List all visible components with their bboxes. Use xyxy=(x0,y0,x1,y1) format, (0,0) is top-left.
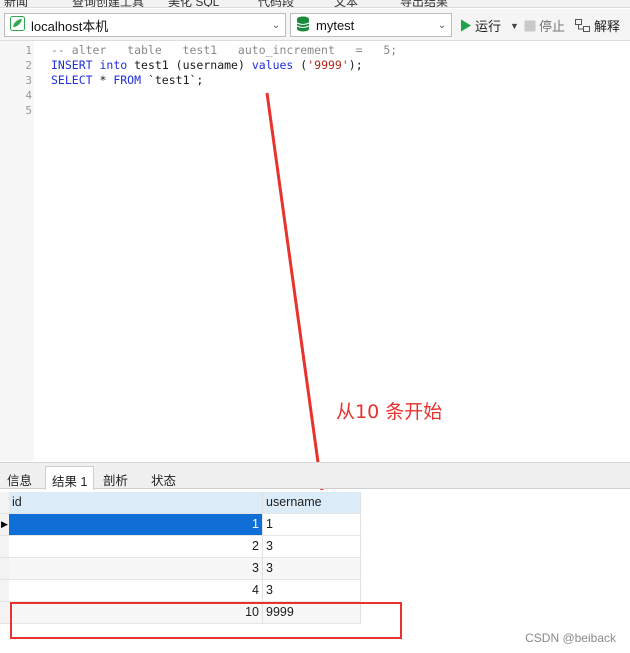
tab-info[interactable]: 信息 xyxy=(1,466,38,490)
sql-text: `test1`; xyxy=(141,73,204,87)
code-line-1: -- alter table test1 auto_increment = 5; xyxy=(51,43,397,58)
sql-keyword: SELECT xyxy=(51,73,93,87)
table-cell-id[interactable]: 3 xyxy=(9,558,263,580)
toolbar-fragment-news[interactable]: 新闻 xyxy=(4,0,28,7)
table-cell-username[interactable]: 1 xyxy=(263,514,361,536)
row-header[interactable] xyxy=(0,536,9,558)
line-number: 3 xyxy=(25,74,32,87)
row-header[interactable] xyxy=(0,558,9,580)
run-dropdown-icon[interactable]: ▼ xyxy=(510,21,519,31)
sql-editor[interactable]: 1 2 3 4 5 -- alter table test1 auto_incr… xyxy=(0,41,630,461)
sql-keyword: INSERT xyxy=(51,58,93,72)
line-number: 5 xyxy=(25,104,32,117)
sql-text: * xyxy=(92,73,114,87)
connection-icon xyxy=(10,16,25,34)
table-cell-id[interactable]: 4 xyxy=(9,580,263,602)
run-button[interactable]: 运行 ▼ xyxy=(460,16,519,35)
toolbar-fragment-snippet[interactable]: 代码段 xyxy=(258,0,294,7)
code-line-3: SELECT * FROM `test1`; xyxy=(51,73,203,88)
sql-text: ( xyxy=(293,58,308,72)
sql-keyword: FROM xyxy=(113,73,142,87)
line-number: 2 xyxy=(25,59,32,72)
stop-label: 停止 xyxy=(539,19,566,34)
toolbar-fragment-export[interactable]: 导出结果 xyxy=(400,0,448,7)
stop-button[interactable]: 停止 xyxy=(524,16,565,35)
sql-comment: -- alter table test1 auto_increment = 5; xyxy=(51,43,398,57)
toolbar-fragment-text[interactable]: 文本 xyxy=(334,0,358,7)
top-toolbar: 新闻 查询创建工具 美化 SQL 代码段 文本 导出结果 xyxy=(0,0,630,8)
chevron-down-icon: ⌄ xyxy=(437,19,447,31)
line-number-gutter: 1 2 3 4 5 xyxy=(0,41,34,461)
line-number: 4 xyxy=(25,89,32,102)
row-header[interactable] xyxy=(0,580,9,602)
annotation-text: 从10 条开始 xyxy=(336,401,443,423)
table-cell-id[interactable]: 1 xyxy=(9,514,263,536)
database-label: mytest xyxy=(316,17,355,33)
table-cell-username[interactable]: 3 xyxy=(263,536,361,558)
column-header-username[interactable]: username xyxy=(263,492,361,514)
sql-text: test1 (username) xyxy=(127,58,252,72)
database-icon xyxy=(296,16,310,35)
toolbar-fragment-beautify-sql[interactable]: 美化 SQL xyxy=(168,0,219,7)
tab-result-1[interactable]: 结果 1 xyxy=(45,466,95,490)
row-header-corner xyxy=(0,492,9,514)
row-header[interactable]: ▶ xyxy=(0,514,9,536)
stop-icon xyxy=(524,20,536,31)
toolbar-fragment-query-builder[interactable]: 查询创建工具 xyxy=(72,0,144,7)
highlight-box xyxy=(10,602,402,639)
row-header[interactable] xyxy=(0,602,9,624)
watermark: CSDN @beiback xyxy=(525,631,616,645)
sql-keyword: into xyxy=(99,58,128,72)
sql-string: '9999' xyxy=(307,58,349,72)
sql-text: ); xyxy=(348,58,363,72)
line-number: 1 xyxy=(25,44,32,57)
code-line-2: INSERT into test1 (username) values ('99… xyxy=(51,58,363,73)
run-label: 运行 xyxy=(475,19,502,34)
connection-toolbar: localhost本机 ⌄ mytest ⌄ 运行 ▼ 停止 解释 xyxy=(0,9,630,41)
column-header-id[interactable]: id xyxy=(9,492,263,514)
table-cell-username[interactable]: 3 xyxy=(263,558,361,580)
explain-button[interactable]: 解释 xyxy=(575,16,620,35)
connection-select[interactable]: localhost本机 ⌄ xyxy=(4,13,286,37)
tab-status[interactable]: 状态 xyxy=(145,466,182,490)
sql-keyword: values xyxy=(251,58,294,72)
play-icon xyxy=(461,19,471,32)
table-cell-id[interactable]: 2 xyxy=(9,536,263,558)
chevron-down-icon: ⌄ xyxy=(271,19,281,31)
explain-label: 解释 xyxy=(594,19,621,34)
tab-profile[interactable]: 剖析 xyxy=(97,466,134,490)
explain-icon xyxy=(575,18,590,32)
current-row-indicator-icon: ▶ xyxy=(1,519,8,529)
table-cell-username[interactable]: 3 xyxy=(263,580,361,602)
result-tabs: 信息 结果 1 剖析 状态 xyxy=(0,462,630,490)
connection-label: localhost本机 xyxy=(31,18,109,34)
database-select[interactable]: mytest ⌄ xyxy=(290,13,452,37)
